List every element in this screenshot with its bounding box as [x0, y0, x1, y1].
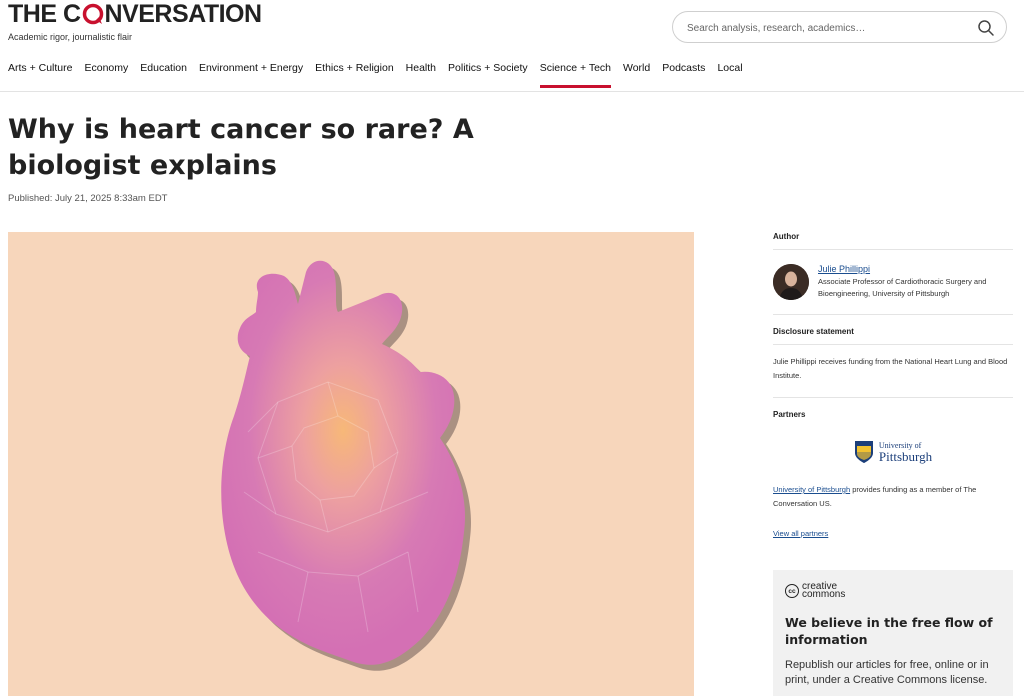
hero-image: [8, 232, 694, 696]
disclosure-label: Disclosure statement: [773, 327, 854, 336]
author-role: Associate Professor of Cardiothoracic Su…: [818, 277, 987, 298]
nav-item-ethics-religion[interactable]: Ethics + Religion: [315, 62, 394, 88]
cc-body-text: Republish our articles for free, online …: [785, 659, 989, 686]
tagline: Academic rigor, journalistic flair: [8, 32, 133, 42]
nav-item-education[interactable]: Education: [140, 62, 187, 88]
cc-badge-icon: cc: [785, 584, 799, 598]
nav-item-arts-culture[interactable]: Arts + Culture: [8, 62, 72, 88]
author-card: Julie Phillippi Associate Professor of C…: [773, 264, 1013, 300]
nav-item-science-tech[interactable]: Science + Tech: [539, 62, 612, 88]
search-icon[interactable]: [977, 19, 995, 37]
nav-item-environment-energy[interactable]: Environment + Energy: [199, 62, 303, 88]
divider: [773, 344, 1013, 345]
partner-description: University of Pittsburgh provides fundin…: [773, 483, 1013, 511]
author-meta: Julie Phillippi Associate Professor of C…: [818, 264, 1013, 300]
divider: [773, 314, 1013, 315]
divider: [773, 397, 1013, 398]
site-logo[interactable]: THE C NVERSATION: [8, 0, 262, 28]
nav-item-local[interactable]: Local: [717, 62, 742, 88]
cc-wordmark: creative commons: [802, 582, 846, 600]
logo-text-end: NVERSATION: [104, 0, 263, 28]
pitt-shield-icon: [854, 441, 873, 463]
search-box[interactable]: [672, 11, 1007, 43]
search-input[interactable]: [687, 19, 967, 37]
article-title: Why is heart cancer so rare? A biologist…: [8, 114, 474, 181]
author-name-link[interactable]: Julie Phillippi: [818, 264, 1013, 274]
partners-label: Partners: [773, 410, 806, 419]
view-all-partners-link[interactable]: View all partners: [773, 529, 828, 538]
logo-text-start: THE C: [8, 0, 81, 28]
pitt-wordmark-line2: Pittsburgh: [878, 448, 933, 464]
cc-heading: We believe in the free flow of informati…: [785, 615, 993, 647]
nav-item-world[interactable]: World: [623, 62, 650, 88]
author-avatar[interactable]: [773, 264, 809, 300]
nav-item-health[interactable]: Health: [406, 62, 436, 88]
creative-commons-box: cc creative commons We believe in the fr…: [773, 570, 1013, 696]
heart-illustration-icon: [221, 260, 471, 671]
nav-item-podcasts[interactable]: Podcasts: [662, 62, 705, 88]
cc-word-commons: commons: [802, 589, 846, 600]
pitt-wordmark: University of Pittsburgh: [878, 441, 933, 464]
site-header: THE C NVERSATION Academic rigor, journal…: [0, 0, 1024, 92]
publish-date: Published: July 21, 2025 8:33am EDT: [8, 193, 168, 204]
nav-item-economy[interactable]: Economy: [84, 62, 128, 88]
section-nav: Arts + Culture Economy Education Environ…: [8, 62, 743, 88]
creative-commons-logo: cc creative commons: [785, 582, 1001, 600]
partner-link[interactable]: University of Pittsburgh: [773, 485, 850, 494]
pitt-partner-logo[interactable]: University of Pittsburgh: [773, 437, 1013, 467]
disclosure-text: Julie Phillippi receives funding from th…: [773, 357, 1008, 380]
author-label: Author: [773, 232, 800, 241]
speech-bubble-logo-icon: [82, 3, 104, 25]
divider: [773, 249, 1013, 250]
article-sidebar: Author Julie Phillippi Associate Profess…: [773, 232, 1013, 541]
nav-item-politics-society[interactable]: Politics + Society: [448, 62, 528, 88]
